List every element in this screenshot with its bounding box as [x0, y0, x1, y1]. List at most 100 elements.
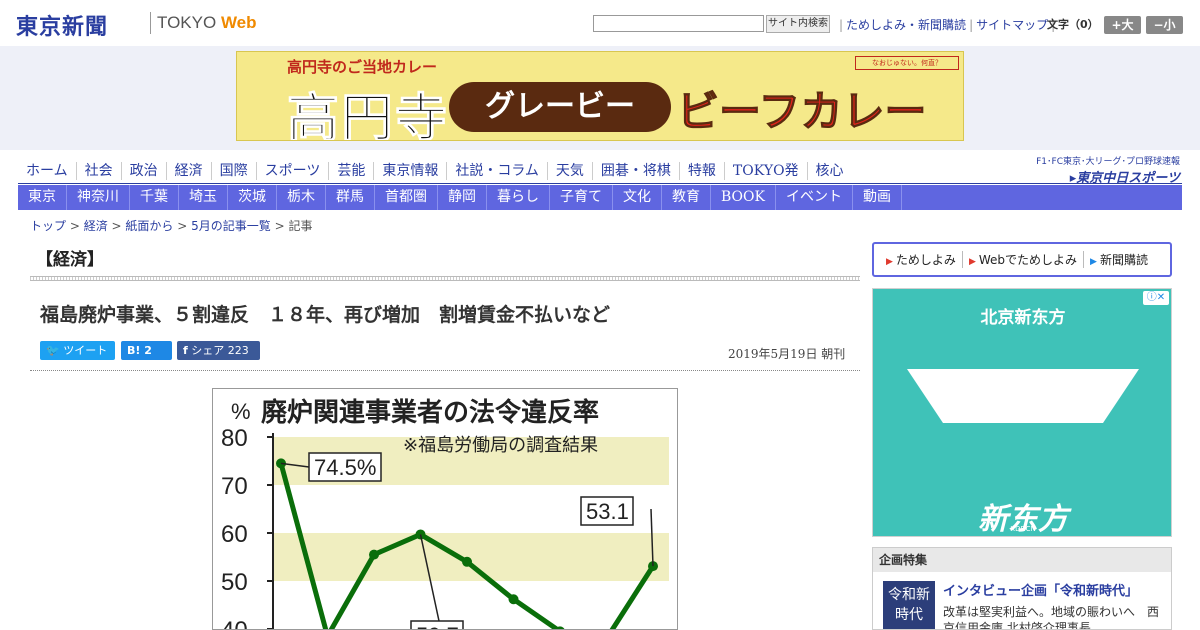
hatena-bookmark-button[interactable]: B! 2 — [121, 341, 172, 360]
twitter-icon: 🐦 — [46, 344, 60, 357]
chart-annotation-label: 53.1 — [586, 499, 629, 524]
nav-item-home[interactable]: ホーム — [18, 162, 77, 180]
nav-video[interactable]: 動画 — [853, 185, 902, 210]
breadcrumb-print[interactable]: 紙面から — [125, 219, 173, 233]
nav-parenting[interactable]: 子育て — [550, 185, 613, 210]
feature-box: 企画特集 令和新時代 インタビュー企画「令和新時代」 改革は堅実利益へ。地域の賑… — [872, 547, 1172, 630]
chart-y-tick-label: 70 — [221, 473, 248, 500]
ad-subtitle: 高円寺のご当地カレー — [287, 58, 438, 76]
site-logo-en[interactable]: TOKYO Web — [157, 13, 257, 33]
section-title: 【経済】 — [36, 250, 104, 270]
arrow-icon: ▶ — [886, 257, 893, 267]
feature-heading: 企画特集 — [873, 548, 1171, 572]
link-subscribe[interactable]: ためしよみ・新聞購読 — [846, 18, 966, 32]
nav-item-economy[interactable]: 経済 — [167, 162, 212, 180]
nav-item-editorial[interactable]: 社説・コラム — [447, 162, 548, 180]
subscription-promo: ▶ ためしよみ ▶ Webでためしよみ ▶ 新聞購読 — [872, 242, 1172, 277]
nav-item-society[interactable]: 社会 — [77, 162, 122, 180]
region-tokyo[interactable]: 東京 — [18, 185, 67, 210]
xdf-ad-shape — [907, 369, 1139, 423]
facebook-share-count: 223 — [227, 344, 249, 357]
nav-item-tokyo-hatsu[interactable]: TOKYO発 — [725, 162, 808, 180]
top-links-divider: | — [839, 18, 844, 32]
xdf-ad[interactable]: ⓘ✕ 北京新东方 新东方 XDF.CN — [872, 288, 1172, 537]
region-kanagawa[interactable]: 神奈川 — [67, 185, 130, 210]
link-sitemap[interactable]: サイトマップ — [976, 18, 1048, 32]
region-saitama[interactable]: 埼玉 — [179, 185, 228, 210]
nav-item-special[interactable]: 特報 — [680, 162, 725, 180]
nav-book[interactable]: BOOK — [711, 185, 776, 210]
nav-events[interactable]: イベント — [776, 185, 853, 210]
nav-item-entertainment[interactable]: 芸能 — [329, 162, 375, 180]
feature-thumbnail[interactable]: 令和新時代 — [883, 581, 935, 629]
curry-ad-banner[interactable]: 高円寺のご当地カレー 高円寺 グレービー ビーフカレー なおじゅない。何直？ — [236, 51, 964, 141]
region-chiba[interactable]: 千葉 — [130, 185, 179, 210]
nav-item-sports[interactable]: スポーツ — [257, 162, 330, 180]
promo-subscribe-label: 新聞購読 — [1099, 253, 1148, 267]
logo-tokyo: TOKYO — [157, 13, 217, 32]
facebook-share-button[interactable]: f シェア 223 — [177, 341, 260, 360]
article-headline: 福島廃炉事業、５割違反 １８年、再び増加 割増賃金不払いなど — [40, 304, 611, 326]
arrow-icon: ▶ — [1090, 257, 1097, 267]
text-size-label: 文字（0） — [1047, 18, 1099, 31]
region-gunma[interactable]: 群馬 — [326, 185, 375, 210]
tweet-button[interactable]: 🐦 ツイート — [40, 341, 115, 360]
facebook-icon: f — [183, 344, 188, 357]
tweet-label: ツイート — [63, 344, 108, 357]
nav-living[interactable]: 暮らし — [487, 185, 550, 210]
chart-y-tick-label: 80 — [221, 425, 248, 452]
nav-item-international[interactable]: 国際 — [212, 162, 257, 180]
top-links: | ためしよみ・新聞購読 | サイトマップ | — [836, 16, 1058, 33]
region-ibaraki[interactable]: 茨城 — [228, 185, 277, 210]
section-divider — [30, 276, 860, 281]
regional-nav: 東京 神奈川 千葉 埼玉 茨城 栃木 群馬 首都圏 静岡 暮らし 子育て 文化 … — [18, 185, 1182, 210]
chart-annotation-label: 59.7 — [416, 623, 459, 630]
text-size-up-button[interactable]: +大 — [1104, 16, 1141, 34]
xdf-ad-url: XDF.CN — [1010, 525, 1036, 533]
nav-item-weather[interactable]: 天気 — [548, 162, 593, 180]
nav-item-tokyo-info[interactable]: 東京情報 — [374, 162, 448, 180]
chart-y-unit: % — [231, 399, 251, 424]
nav-item-go-shogi[interactable]: 囲碁・将棋 — [593, 162, 680, 180]
breadcrumb-top[interactable]: トップ — [30, 219, 66, 233]
text-size-down-button[interactable]: −小 — [1146, 16, 1183, 34]
search-input[interactable] — [593, 15, 764, 32]
site-logo[interactable]: 東京新聞 — [16, 9, 108, 41]
chunichi-sports-link[interactable]: F1･FC東京･大リーグ･プロ野球速報 ▸東京中日スポーツ — [1026, 154, 1180, 186]
violation-rate-chart: 80 70 60 50 40 % 廃炉関連事業者の法令違反率 ※福島労働局の調査結果 7… — [212, 388, 678, 630]
region-tochigi[interactable]: 栃木 — [277, 185, 326, 210]
region-shutoken[interactable]: 首都圏 — [375, 185, 438, 210]
promo-subscribe[interactable]: ▶ 新聞購読 — [1084, 251, 1154, 268]
promo-trial-label: ためしよみ — [895, 253, 956, 267]
ad-headline-pill: グレービー — [449, 82, 671, 132]
logo-divider — [150, 12, 151, 34]
article-divider — [30, 370, 860, 371]
nav-item-core[interactable]: 核心 — [808, 162, 852, 180]
region-shizuoka[interactable]: 静岡 — [438, 185, 487, 210]
article-date: 2019年5月19日 朝刊 — [728, 347, 846, 361]
nav-culture[interactable]: 文化 — [613, 185, 662, 210]
nav-divider — [18, 183, 1182, 184]
promo-web-trial[interactable]: ▶ Webでためしよみ — [963, 251, 1085, 268]
chart-y-tick-label: 60 — [221, 521, 248, 548]
chart-point — [508, 594, 519, 605]
breadcrumb-may-list[interactable]: 5月の記事一覧 — [191, 219, 271, 233]
primary-nav: ホーム 社会 政治 経済 国際 スポーツ 芸能 東京情報 社説・コラム 天気 囲… — [18, 158, 852, 183]
arrow-icon: ▶ — [968, 257, 976, 267]
feature-title-link[interactable]: インタビュー企画「令和新時代」 — [943, 580, 1138, 599]
promo-web-trial-label: Webでためしよみ — [978, 253, 1078, 267]
chart-annotation-label: 74.5% — [314, 455, 376, 480]
chart-band — [273, 533, 669, 581]
search-button[interactable]: サイト内検索 — [766, 15, 830, 33]
nav-education[interactable]: 教育 — [662, 185, 711, 210]
facebook-share-label: シェア — [191, 344, 225, 357]
chunichi-tagline: F1･FC東京･大リーグ･プロ野球速報 — [1036, 157, 1180, 167]
chart-point — [369, 549, 379, 560]
nav-item-politics[interactable]: 政治 — [122, 162, 167, 180]
breadcrumb: トップ > 経済 > 紙面から > 5月の記事一覧 > 記事 — [30, 219, 313, 233]
chart-point — [462, 556, 472, 567]
promo-trial[interactable]: ▶ ためしよみ — [880, 251, 963, 268]
logo-web: Web — [220, 13, 257, 32]
chart-subtitle: ※福島労働局の調査結果 — [403, 435, 598, 456]
breadcrumb-economy[interactable]: 経済 — [84, 219, 108, 233]
